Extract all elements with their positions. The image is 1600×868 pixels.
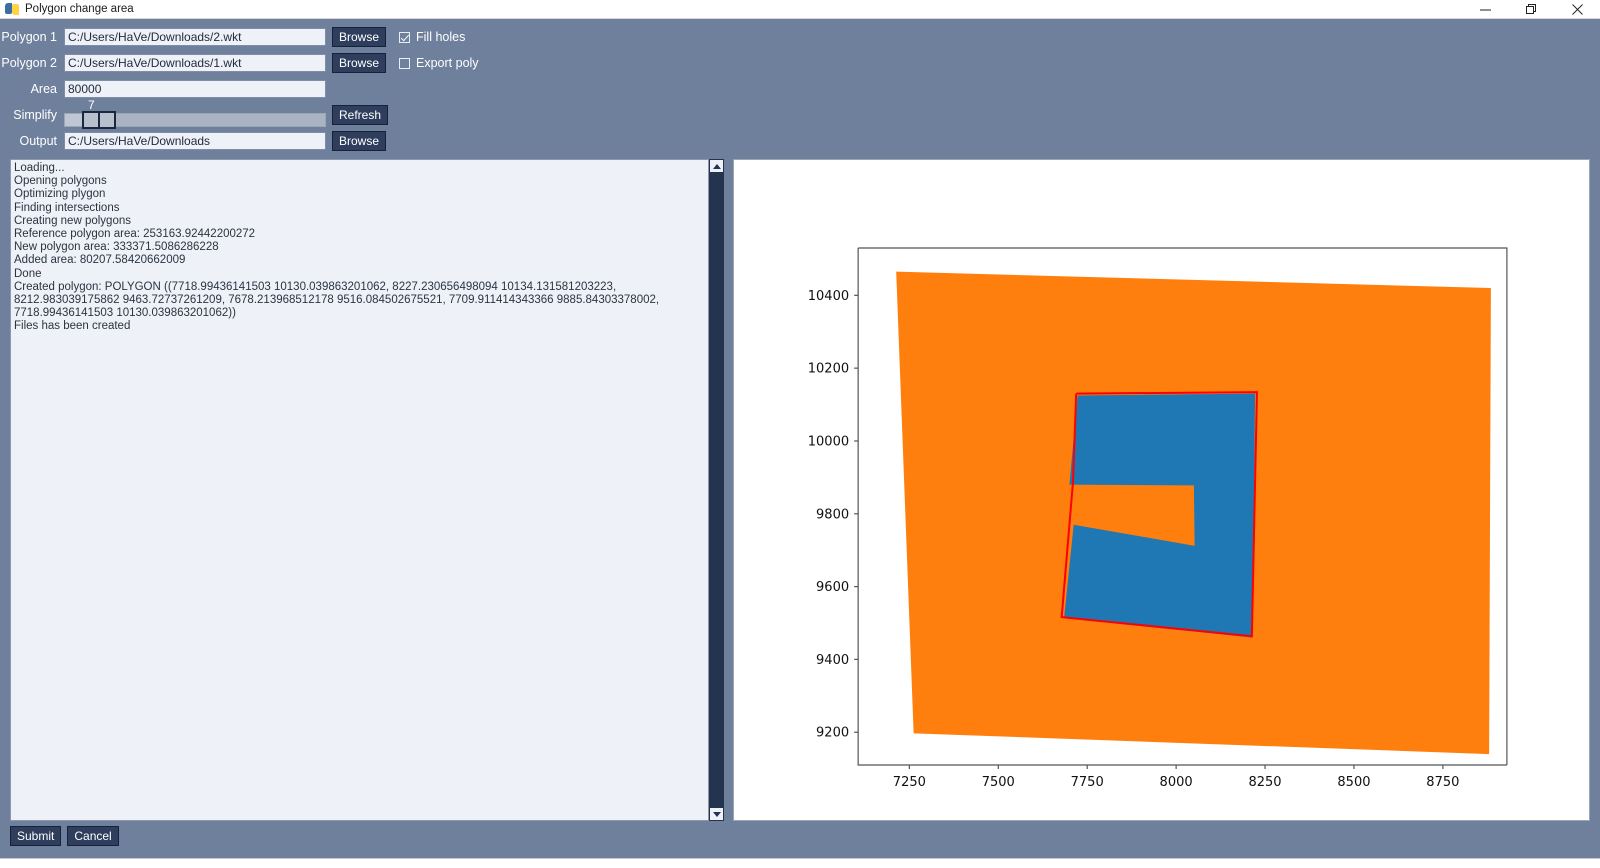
log-line: Added area: 80207.58420662009: [14, 254, 186, 267]
fill-holes-checkbox-wrap[interactable]: Fill holes: [399, 30, 465, 44]
main-content: Loading... Opening polygons Optimizing ply…: [0, 159, 1600, 821]
restore-button[interactable]: [1508, 0, 1554, 19]
x-tick-label: 7250: [893, 775, 926, 790]
y-tick-label: 10200: [808, 362, 849, 377]
simplify-value: 7: [88, 98, 95, 112]
simplify-row: Simplify 7 Refresh: [0, 98, 1600, 129]
window-titlebar: Polygon change area: [0, 0, 1600, 19]
log-line: Reference polygon area: 253163.924422002…: [14, 228, 256, 241]
fill-holes-checkbox[interactable]: [399, 31, 411, 43]
simplify-slider-fill: [65, 114, 83, 126]
polygon1-label: Polygon 1: [1, 30, 57, 44]
log-line: Loading...: [14, 162, 65, 174]
y-tick-label: 9600: [816, 580, 849, 595]
taskbar-strip: [0, 858, 1600, 868]
simplify-slider-handle[interactable]: [82, 111, 116, 129]
y-tick-label: 10000: [808, 434, 849, 449]
export-poly-checkbox-wrap[interactable]: Export poly: [399, 56, 479, 70]
x-tick-label: 8750: [1426, 775, 1459, 790]
scroll-up-icon[interactable]: [710, 160, 723, 172]
log-line: Done: [14, 267, 42, 280]
log-line: Finding intersections: [14, 201, 120, 214]
polygon1-input[interactable]: [64, 28, 326, 46]
x-tick-label: 8500: [1337, 775, 1370, 790]
output-row: Output Browse: [0, 129, 1600, 153]
close-button[interactable]: [1554, 0, 1600, 19]
simplify-label: Simplify: [13, 108, 57, 122]
output-input[interactable]: [64, 132, 326, 150]
x-tick-label: 8250: [1248, 775, 1281, 790]
polygon2-browse-button[interactable]: Browse: [332, 53, 387, 73]
export-poly-checkbox[interactable]: [399, 57, 411, 69]
log-line: Optimizing plygon: [14, 188, 106, 201]
window-title: Polygon change area: [25, 3, 134, 15]
output-label: Output: [19, 134, 57, 148]
area-input[interactable]: [64, 80, 326, 98]
series-polygon: [896, 271, 1491, 755]
area-row: Area: [0, 77, 1600, 101]
submit-button[interactable]: Submit: [10, 826, 62, 846]
log-line: New polygon area: 333371.5086286228: [14, 241, 219, 254]
x-tick-label: 7500: [982, 775, 1015, 790]
polygon2-label: Polygon 2: [1, 56, 57, 70]
log-vertical-scrollbar[interactable]: [709, 159, 724, 821]
log-line: Files has been created: [14, 320, 131, 333]
x-tick-label: 8000: [1160, 775, 1193, 790]
log-line: Opening polygons: [14, 175, 107, 188]
cancel-button[interactable]: Cancel: [67, 826, 119, 846]
window-controls: [1462, 0, 1600, 19]
y-tick-label: 10400: [808, 289, 849, 304]
footer-actions: Submit Cancel: [0, 821, 1600, 851]
y-tick-label: 9800: [816, 507, 849, 522]
polygon1-row: Polygon 1 Browse Fill holes: [0, 25, 1600, 49]
log-line: Creating new polygons: [14, 214, 131, 227]
x-tick-label: 7750: [1071, 775, 1104, 790]
output-browse-button[interactable]: Browse: [332, 131, 387, 151]
polygon2-row: Polygon 2 Browse Export poly: [0, 51, 1600, 75]
log-line: Created polygon: POLYGON ((7718.99436141…: [14, 280, 663, 320]
scroll-down-icon[interactable]: [710, 808, 723, 820]
fill-holes-label: Fill holes: [416, 30, 466, 44]
polygon-plot: 9200 9400 9600 9800 10000 10200 10400 7250 7500 7…: [734, 160, 1589, 820]
y-tick-label: 9200: [816, 726, 849, 741]
area-label: Area: [30, 82, 57, 96]
export-poly-label: Export poly: [416, 56, 479, 70]
minimize-button[interactable]: [1462, 0, 1508, 19]
log-output: Loading... Opening polygons Optimizing ply…: [10, 159, 709, 821]
python-icon: [5, 2, 19, 16]
polygon1-browse-button[interactable]: Browse: [332, 27, 387, 47]
parameters-form: Polygon 1 Browse Fill holes Polygon 2 Br…: [0, 19, 1600, 159]
simplify-slider[interactable]: 7: [64, 98, 326, 129]
refresh-button[interactable]: Refresh: [332, 105, 389, 125]
y-tick-label: 9400: [816, 653, 849, 668]
log-pane: Loading... Opening polygons Optimizing ply…: [10, 159, 724, 821]
plot-canvas[interactable]: 9200 9400 9600 9800 10000 10200 10400 7250 7500 7…: [733, 159, 1590, 821]
polygon2-input[interactable]: [64, 54, 326, 72]
